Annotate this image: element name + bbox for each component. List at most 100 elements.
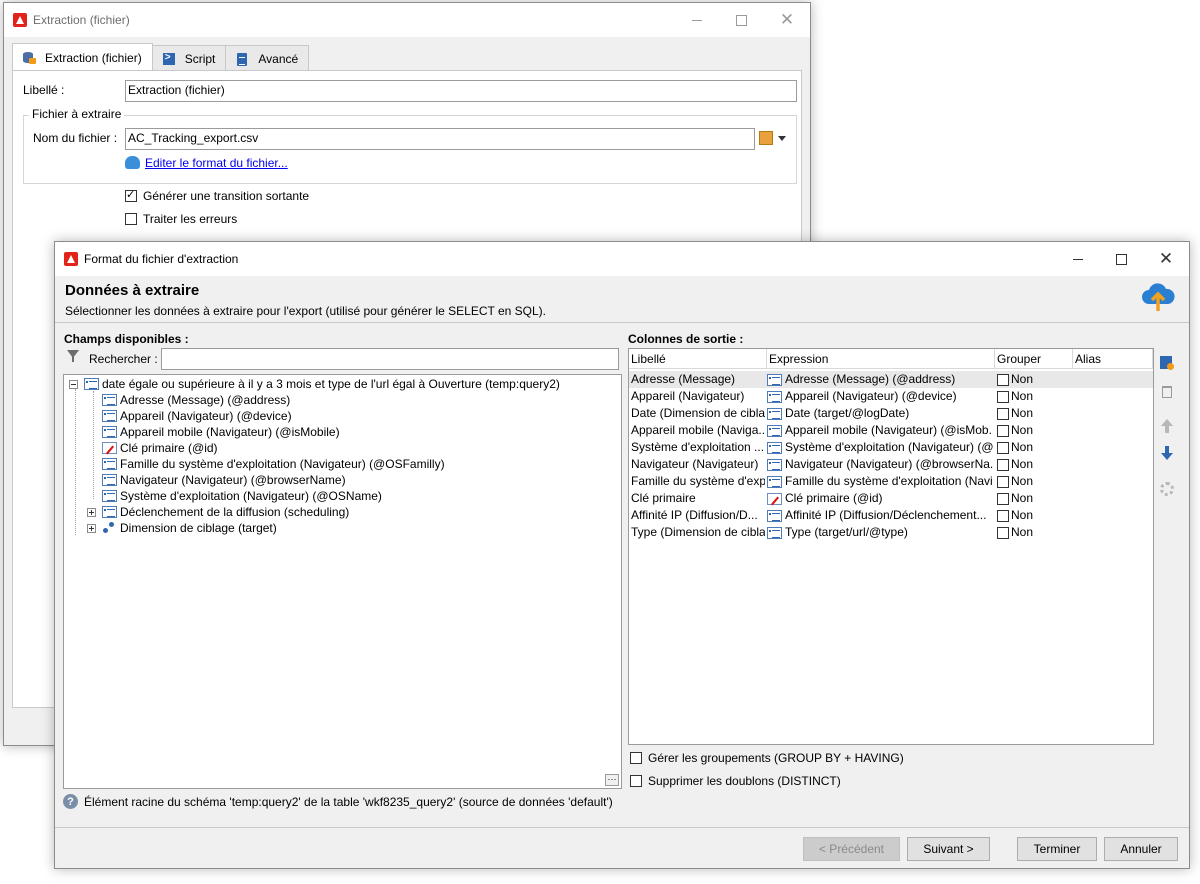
move-up-icon[interactable] xyxy=(1158,417,1176,435)
process-errors-checkbox[interactable] xyxy=(125,213,137,225)
tree-item[interactable]: Dimension de ciblage (target) xyxy=(87,520,277,536)
tree-root[interactable]: date égale ou supérieure à il y a 3 mois… xyxy=(69,376,560,392)
generate-transition-checkbox[interactable] xyxy=(125,188,137,202)
tab-script[interactable]: Script xyxy=(151,45,227,71)
cell-alias[interactable] xyxy=(1073,439,1151,456)
cell-libelle: Type (Dimension de cibla... xyxy=(631,525,765,539)
tree-item[interactable]: Famille du système d'exploitation (Navig… xyxy=(102,456,445,472)
cell-grouper[interactable]: Non xyxy=(995,490,1071,507)
move-down-icon[interactable] xyxy=(1158,445,1176,463)
grouper-checkbox[interactable] xyxy=(997,509,1009,522)
maximize-button[interactable] xyxy=(1098,242,1144,276)
process-errors-row[interactable]: Traiter les erreurs xyxy=(125,212,237,226)
remove-duplicates-checkbox[interactable] xyxy=(630,775,642,787)
grouper-checkbox[interactable] xyxy=(997,424,1009,437)
collapse-icon[interactable] xyxy=(69,379,78,389)
grouper-checkbox[interactable] xyxy=(997,407,1009,420)
column-header-expression[interactable]: Expression xyxy=(767,349,995,369)
tab-advanced[interactable]: Avancé xyxy=(225,45,310,71)
cell-grouper[interactable]: Non xyxy=(995,371,1071,388)
cell-grouper[interactable]: Non xyxy=(995,388,1071,405)
table-row[interactable]: Adresse (Message) Adresse (Message) (@add… xyxy=(629,371,1153,388)
cell-grouper[interactable]: Non xyxy=(995,422,1071,439)
table-row[interactable]: Affinité IP (Diffusion/D... Affinité IP (… xyxy=(629,507,1153,524)
previous-button[interactable]: < Précédent xyxy=(803,837,900,861)
tree-item[interactable]: Système d'exploitation (Navigateur) (@OS… xyxy=(102,488,382,504)
grouper-checkbox[interactable] xyxy=(997,492,1009,505)
header-separator xyxy=(55,322,1189,323)
cell-alias[interactable] xyxy=(1073,456,1151,473)
column-header-alias[interactable]: Alias xyxy=(1073,349,1153,369)
table-row[interactable]: Clé primaire Clé primaire (@id) Non xyxy=(629,490,1153,507)
grouper-checkbox[interactable] xyxy=(997,441,1009,454)
fields-tree[interactable]: date égale ou supérieure à il y a 3 mois… xyxy=(63,374,622,789)
cell-grouper[interactable]: Non xyxy=(995,405,1071,422)
tree-item[interactable]: Navigateur (Navigateur) (@browserName) xyxy=(102,472,346,488)
table-row[interactable]: Type (Dimension de cibla... Type (target/… xyxy=(629,524,1153,541)
grouper-checkbox[interactable] xyxy=(997,526,1009,539)
output-columns-grid[interactable]: Libellé Expression Grouper Alias Adresse… xyxy=(628,348,1154,745)
libelle-input[interactable]: Extraction (fichier) xyxy=(125,80,797,102)
delete-icon[interactable] xyxy=(1158,382,1176,400)
tree-item[interactable]: Clé primaire (@id) xyxy=(102,440,218,456)
grouper-checkbox[interactable] xyxy=(997,458,1009,471)
cell-expression-text: Navigateur (Navigateur) (@browserNa... xyxy=(785,457,993,471)
tab-extraction[interactable]: Extraction (fichier) xyxy=(12,43,153,71)
cell-alias[interactable] xyxy=(1073,405,1151,422)
cancel-button[interactable]: Annuler xyxy=(1104,837,1178,861)
expand-icon[interactable] xyxy=(87,523,96,533)
cell-expression: Date (target/@logDate) xyxy=(767,405,993,422)
primary-key-icon xyxy=(767,492,782,505)
script-icon xyxy=(161,51,177,67)
cell-grouper[interactable]: Non xyxy=(995,524,1071,541)
expand-icon[interactable] xyxy=(87,507,96,517)
column-header-libelle[interactable]: Libellé xyxy=(629,349,767,369)
minimize-button[interactable] xyxy=(1055,242,1101,276)
table-row[interactable]: Appareil mobile (Naviga... Appareil mobil… xyxy=(629,422,1153,439)
table-row[interactable]: Navigateur (Navigateur) Navigateur (Navig… xyxy=(629,456,1153,473)
minimize-button[interactable] xyxy=(674,3,720,37)
cell-alias[interactable] xyxy=(1073,473,1151,490)
add-column-icon[interactable] xyxy=(1158,354,1176,372)
chevron-down-icon[interactable] xyxy=(778,136,786,141)
grouper-checkbox[interactable] xyxy=(997,390,1009,403)
grouper-checkbox[interactable] xyxy=(997,475,1009,488)
cell-alias[interactable] xyxy=(1073,388,1151,405)
finish-button[interactable]: Terminer xyxy=(1017,837,1097,861)
cell-libelle: Appareil (Navigateur) xyxy=(631,389,745,403)
next-button[interactable]: Suivant > xyxy=(907,837,990,861)
tree-item[interactable]: Appareil mobile (Navigateur) (@isMobile) xyxy=(102,424,340,440)
generate-transition-row[interactable]: Générer une transition sortante xyxy=(125,188,309,203)
table-row[interactable]: Famille du système d'expl... Famille du s… xyxy=(629,473,1153,490)
column-header-grouper[interactable]: Grouper xyxy=(995,349,1073,369)
tree-item[interactable]: Adresse (Message) (@address) xyxy=(102,392,290,408)
tree-item[interactable]: Déclenchement de la diffusion (schedulin… xyxy=(87,504,349,520)
distribution-icon[interactable] xyxy=(1158,480,1176,498)
cell-alias[interactable] xyxy=(1073,507,1151,524)
cell-grouper[interactable]: Non xyxy=(995,439,1071,456)
edit-format-link[interactable]: Editer le format du fichier... xyxy=(145,156,288,170)
grouper-checkbox[interactable] xyxy=(997,373,1009,386)
manage-groupings-row[interactable]: Gérer les groupements (GROUP BY + HAVING… xyxy=(630,751,904,765)
file-picker-icon[interactable] xyxy=(759,131,773,145)
cell-grouper[interactable]: Non xyxy=(995,456,1071,473)
table-row[interactable]: Date (Dimension de cibla... Date (target/… xyxy=(629,405,1153,422)
cell-alias[interactable] xyxy=(1073,371,1151,388)
manage-groupings-checkbox[interactable] xyxy=(630,752,642,764)
close-button[interactable]: ✕ xyxy=(1143,242,1189,276)
maximize-button[interactable] xyxy=(718,3,764,37)
search-input[interactable] xyxy=(161,348,619,370)
cell-grouper[interactable]: Non xyxy=(995,473,1071,490)
cell-alias[interactable] xyxy=(1073,490,1151,507)
field-icon xyxy=(767,509,782,522)
table-row[interactable]: Appareil (Navigateur) Appareil (Navigateu… xyxy=(629,388,1153,405)
tree-item[interactable]: Appareil (Navigateur) (@device) xyxy=(102,408,292,424)
cell-grouper[interactable]: Non xyxy=(995,507,1071,524)
remove-duplicates-row[interactable]: Supprimer les doublons (DISTINCT) xyxy=(630,774,841,788)
tree-more-button[interactable]: ··· xyxy=(605,774,619,786)
filename-input[interactable]: AC_Tracking_export.csv xyxy=(125,128,755,150)
table-row[interactable]: Système d'exploitation ... Système d'expl… xyxy=(629,439,1153,456)
cell-alias[interactable] xyxy=(1073,524,1151,541)
close-button[interactable]: ✕ xyxy=(764,3,810,37)
cell-alias[interactable] xyxy=(1073,422,1151,439)
